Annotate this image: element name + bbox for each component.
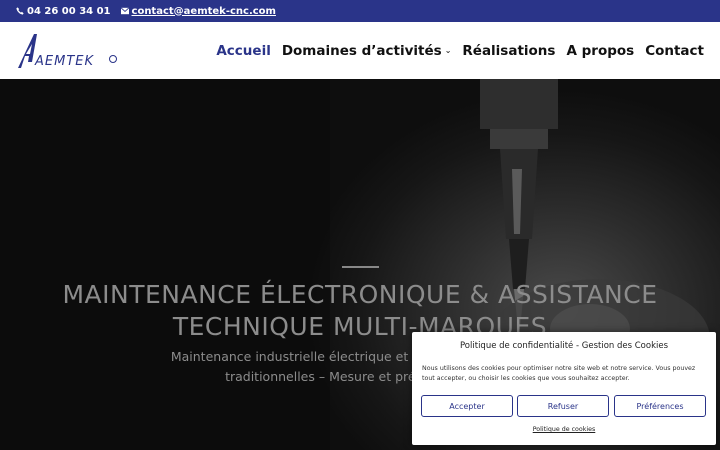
cookie-policy-link[interactable]: Politique de cookies <box>412 426 716 433</box>
chevron-down-icon: ⌄ <box>444 46 452 55</box>
phone-contact[interactable]: 04 26 00 34 01 <box>16 6 111 17</box>
preferences-button[interactable]: Préférences <box>614 395 706 417</box>
nav-domaines[interactable]: Domaines d’activités ⌄ <box>282 43 452 59</box>
nav-contact[interactable]: Contact <box>645 43 704 59</box>
cookie-consent-panel: Politique de confidentialité - Gestion d… <box>412 332 716 445</box>
nav-realisations[interactable]: Réalisations <box>462 43 555 59</box>
nav-a-propos[interactable]: A propos <box>566 43 634 59</box>
email-link[interactable]: contact@aemtek-cnc.com <box>132 6 276 17</box>
logo-wordmark: AEMTEK <box>34 54 94 69</box>
cookie-title: Politique de confidentialité - Gestion d… <box>459 341 669 351</box>
accept-button[interactable]: Accepter <box>421 395 513 417</box>
site-header: AEMTEK Accueil Domaines d’activités ⌄ Ré… <box>0 22 720 79</box>
aemtek-logo[interactable]: AEMTEK <box>16 32 120 70</box>
refuse-button[interactable]: Refuser <box>517 395 609 417</box>
hero-divider <box>342 266 379 268</box>
nav-accueil[interactable]: Accueil <box>216 43 270 59</box>
envelope-icon <box>120 7 129 15</box>
cookie-text: Nous utilisons des cookies pour optimise… <box>422 365 696 382</box>
phone-number[interactable]: 04 26 00 34 01 <box>27 6 111 17</box>
top-bar: 04 26 00 34 01 contact@aemtek-cnc.com <box>0 0 720 22</box>
email-contact[interactable]: contact@aemtek-cnc.com <box>120 6 276 17</box>
phone-icon <box>16 7 24 15</box>
main-nav: Accueil Domaines d’activités ⌄ Réalisati… <box>205 22 704 79</box>
